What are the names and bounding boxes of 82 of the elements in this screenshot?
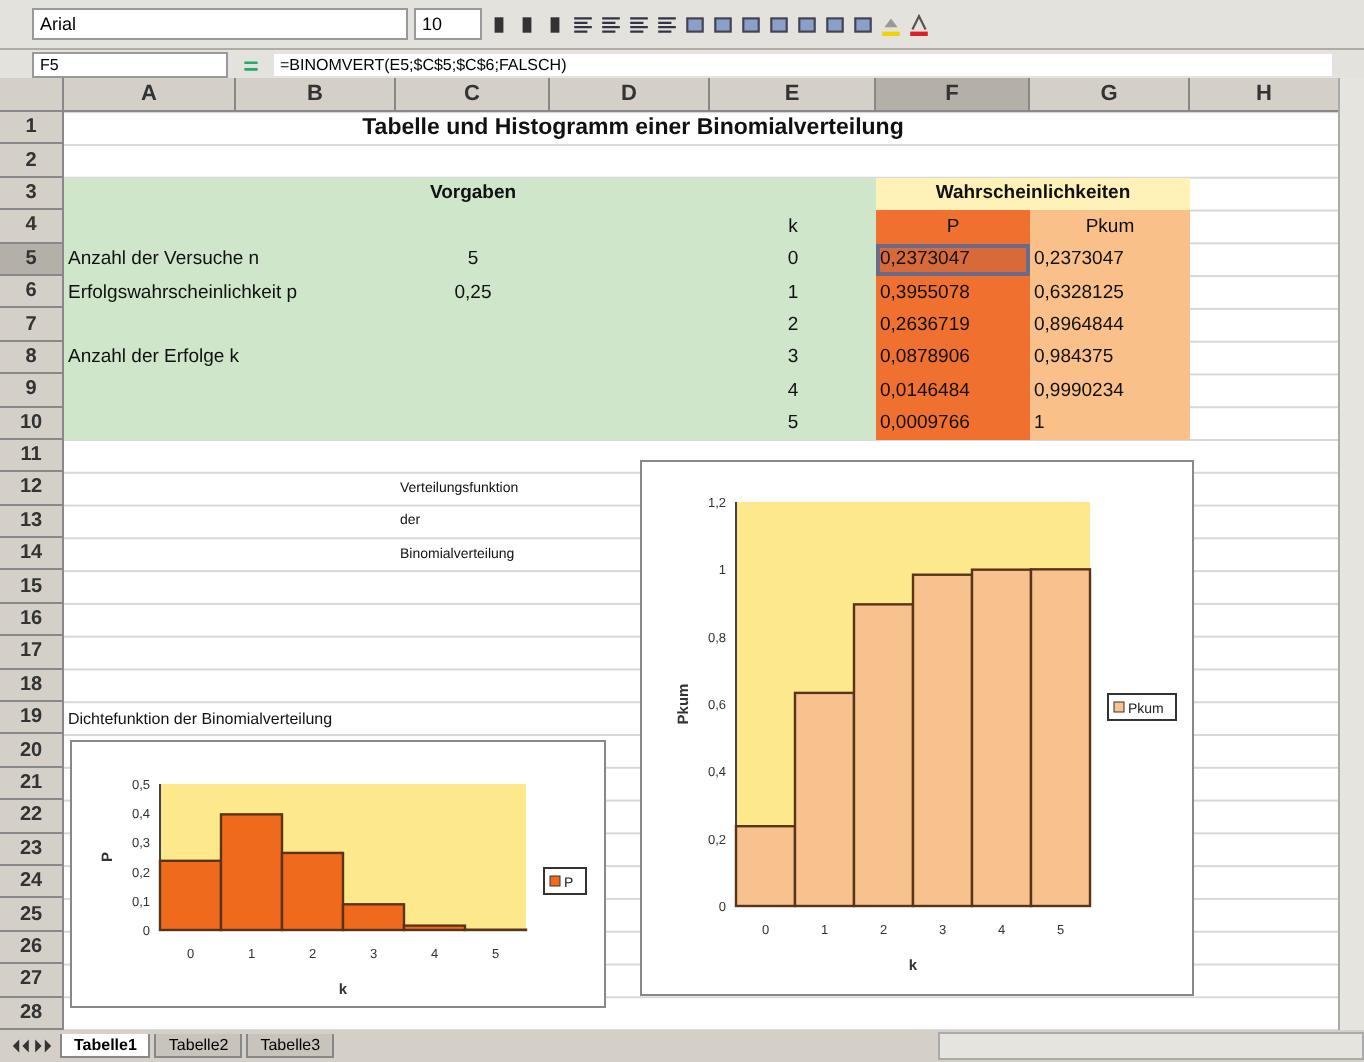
row-header[interactable]: 21 xyxy=(0,767,64,801)
section-heading: Vorgaben xyxy=(427,180,519,209)
table-cell[interactable]: 0,0009766 xyxy=(876,407,1030,440)
row-header[interactable]: 1 xyxy=(0,112,64,145)
font-field[interactable]: Arial xyxy=(32,8,408,40)
column-header[interactable]: D xyxy=(550,78,710,112)
row-header[interactable]: 7 xyxy=(0,308,64,342)
border-icon[interactable] xyxy=(852,13,874,35)
table-cell[interactable]: 0,0146484 xyxy=(876,374,1030,408)
fill-color-icon[interactable] xyxy=(880,13,902,35)
row-header[interactable]: 2 xyxy=(0,144,64,178)
parameter-label: Erfolgswahrscheinlichkeit p xyxy=(66,279,300,308)
column-header[interactable]: E xyxy=(710,78,876,112)
table-cell-text: 3 xyxy=(785,344,801,373)
row-header[interactable]: 14 xyxy=(0,538,64,571)
table-cell: 0,8964844 xyxy=(1030,308,1190,342)
row-header[interactable]: 26 xyxy=(0,931,64,965)
table-cell: 0,6328125 xyxy=(1030,275,1190,309)
column-header[interactable]: G xyxy=(1030,78,1190,112)
table-cell: 0,984375 xyxy=(1030,341,1190,375)
table-cell-text: 1 xyxy=(785,279,801,308)
align-center-icon[interactable] xyxy=(600,13,622,35)
row-header[interactable]: 6 xyxy=(0,275,64,309)
row-header[interactable]: 25 xyxy=(0,898,64,932)
row-header[interactable]: 27 xyxy=(0,964,64,998)
align-left-icon[interactable] xyxy=(572,13,594,35)
table-cell-text: 4 xyxy=(785,377,801,406)
row-header[interactable]: 16 xyxy=(0,603,64,637)
column-label: k xyxy=(786,213,800,242)
table-cell-text: 5 xyxy=(785,410,801,439)
parameter-value: 5 xyxy=(465,246,481,275)
font-color-icon[interactable] xyxy=(908,13,930,35)
sheet-navigation-icon[interactable] xyxy=(8,1038,56,1054)
row-header[interactable]: 4 xyxy=(0,210,64,244)
column-header[interactable]: A xyxy=(64,78,236,112)
row-header[interactable]: 18 xyxy=(0,669,64,703)
table-cell[interactable]: 0,2636719 xyxy=(876,308,1030,342)
section-heading: Wahrscheinlichkeiten xyxy=(876,177,1190,211)
formula-field[interactable]: =BINOMVERT(E5;$C$5;$C$6;FALSCH) xyxy=(274,53,1332,75)
column-header[interactable]: C xyxy=(396,78,550,112)
row-header[interactable]: 9 xyxy=(0,374,64,408)
row-header[interactable]: 17 xyxy=(0,636,64,670)
sheet-tab[interactable]: Tabelle3 xyxy=(246,1034,335,1058)
vertical-scrollbar[interactable] xyxy=(1338,78,1364,1030)
sheet-tab[interactable]: Tabelle2 xyxy=(154,1034,243,1058)
row-header[interactable]: 5 xyxy=(0,243,64,276)
sheet-title: Tabelle und Histogramm einer Binomialverteilung xyxy=(360,114,906,145)
row-header[interactable]: 10 xyxy=(0,407,64,440)
column-header[interactable]: B xyxy=(236,78,396,112)
row-header[interactable]: 13 xyxy=(0,505,64,539)
table-cell-text: 2 xyxy=(785,312,801,341)
horizontal-scrollbar[interactable] xyxy=(938,1032,1364,1060)
table-cell: 0,2373047 xyxy=(1030,243,1190,276)
row-header[interactable]: 22 xyxy=(0,800,64,834)
table-cell: 1 xyxy=(1030,407,1190,440)
row-header[interactable]: 23 xyxy=(0,833,64,866)
row-header[interactable]: 15 xyxy=(0,570,64,604)
column-header[interactable]: F xyxy=(876,78,1030,112)
row-header[interactable]: 3 xyxy=(0,177,64,211)
chart-caption: Dichtefunktion der Binomialverteilung xyxy=(66,707,335,732)
align-right-icon[interactable] xyxy=(628,13,650,35)
row-header[interactable]: 19 xyxy=(0,702,64,735)
row-header[interactable]: 20 xyxy=(0,734,64,768)
table-cell[interactable]: 0,3955078 xyxy=(876,275,1030,309)
table-cell-text: 0 xyxy=(785,246,801,275)
parameter-value: 0,25 xyxy=(452,279,494,308)
parameter-label: Anzahl der Erfolge k xyxy=(66,344,242,373)
font-size-field[interactable]: 10 xyxy=(414,8,482,40)
sheet-tab[interactable]: Tabelle1 xyxy=(60,1034,151,1058)
table-cell[interactable]: 0,0878906 xyxy=(876,341,1030,375)
column-label: P xyxy=(876,210,1030,244)
table-cell: 0,9990234 xyxy=(1030,374,1190,408)
table-cell[interactable]: 0,2373047 xyxy=(876,243,1030,276)
row-header[interactable]: 8 xyxy=(0,341,64,375)
row-header[interactable]: 24 xyxy=(0,865,64,899)
row-header[interactable]: 28 xyxy=(0,997,64,1030)
column-label: Pkum xyxy=(1030,210,1190,244)
row-header[interactable]: 12 xyxy=(0,472,64,506)
column-header[interactable]: H xyxy=(1190,78,1340,112)
row-header[interactable]: 11 xyxy=(0,439,64,473)
parameter-label: Anzahl der Versuche n xyxy=(66,246,262,275)
name-box[interactable]: F5 xyxy=(32,51,228,77)
